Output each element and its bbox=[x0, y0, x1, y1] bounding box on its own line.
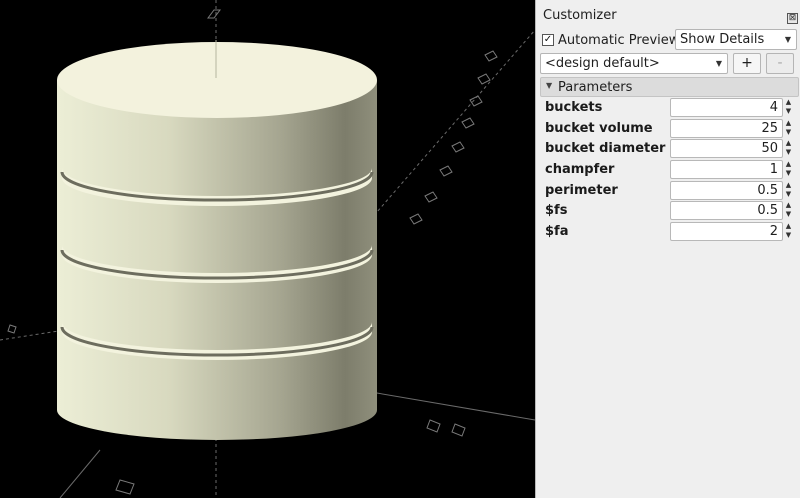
param-row-perimeter: perimeter 0.5 ▲ ▼ bbox=[540, 181, 799, 200]
param-input-bucket-diameter[interactable]: 50 bbox=[670, 139, 783, 158]
param-input-perimeter[interactable]: 0.5 bbox=[670, 181, 783, 200]
detail-mode-value: Show Details bbox=[680, 32, 765, 47]
param-label: $fa bbox=[545, 224, 569, 239]
spinner-icon[interactable]: ▲ ▼ bbox=[783, 98, 794, 117]
spinner-icon[interactable]: ▲ ▼ bbox=[783, 119, 794, 138]
automatic-preview-toggle[interactable]: ✓ Automatic Preview bbox=[542, 32, 679, 48]
spinner-icon[interactable]: ▲ ▼ bbox=[783, 139, 794, 158]
param-input-fa[interactable]: 2 bbox=[670, 222, 783, 241]
param-row-fs: $fs 0.5 ▲ ▼ bbox=[540, 201, 799, 220]
param-label: $fs bbox=[545, 203, 568, 218]
add-preset-button[interactable]: + bbox=[733, 53, 761, 74]
param-label: champfer bbox=[545, 162, 615, 177]
spinner-icon[interactable]: ▲ ▼ bbox=[783, 201, 794, 220]
param-input-buckets[interactable]: 4 bbox=[670, 98, 783, 117]
param-label: perimeter bbox=[545, 183, 618, 198]
collapse-triangle-icon: ▼ bbox=[546, 81, 553, 90]
customizer-panel: Customizer ⊠ ✓ Automatic Preview Show De… bbox=[535, 0, 800, 498]
param-label: bucket diameter bbox=[545, 141, 666, 156]
preset-select[interactable]: <design default> ▼ bbox=[540, 53, 728, 74]
checkmark-icon[interactable]: ✓ bbox=[542, 34, 554, 46]
remove-preset-button[interactable]: - bbox=[766, 53, 794, 74]
param-row-bucket-diameter: bucket diameter 50 ▲ ▼ bbox=[540, 139, 799, 158]
rendered-model bbox=[0, 0, 535, 498]
customizer-title-bar: Customizer ⊠ bbox=[536, 0, 800, 28]
param-row-buckets: buckets 4 ▲ ▼ bbox=[540, 98, 799, 117]
spinner-icon[interactable]: ▲ ▼ bbox=[783, 160, 794, 179]
spinner-icon[interactable]: ▲ ▼ bbox=[783, 222, 794, 241]
param-input-champfer[interactable]: 1 bbox=[670, 160, 783, 179]
chevron-down-icon: ▼ bbox=[715, 59, 722, 68]
preset-value: <design default> bbox=[545, 56, 660, 71]
3d-viewport[interactable] bbox=[0, 0, 535, 498]
automatic-preview-label: Automatic Preview bbox=[558, 32, 680, 48]
param-label: bucket volume bbox=[545, 121, 653, 136]
param-label: buckets bbox=[545, 100, 603, 115]
param-input-bucket-volume[interactable]: 25 bbox=[670, 119, 783, 138]
chevron-down-icon: ▼ bbox=[784, 35, 791, 44]
spinner-icon[interactable]: ▲ ▼ bbox=[783, 181, 794, 200]
param-row-bucket-volume: bucket volume 25 ▲ ▼ bbox=[540, 119, 799, 138]
detail-mode-select[interactable]: Show Details ▼ bbox=[675, 29, 797, 50]
close-icon[interactable]: ⊠ bbox=[787, 13, 798, 24]
param-row-fa: $fa 2 ▲ ▼ bbox=[540, 222, 799, 241]
parameters-section-header[interactable]: ▼ Parameters bbox=[540, 77, 799, 97]
parameters-section-label: Parameters bbox=[558, 80, 633, 95]
param-row-champfer: champfer 1 ▲ ▼ bbox=[540, 160, 799, 179]
customizer-title: Customizer bbox=[543, 8, 617, 23]
param-input-fs[interactable]: 0.5 bbox=[670, 201, 783, 220]
